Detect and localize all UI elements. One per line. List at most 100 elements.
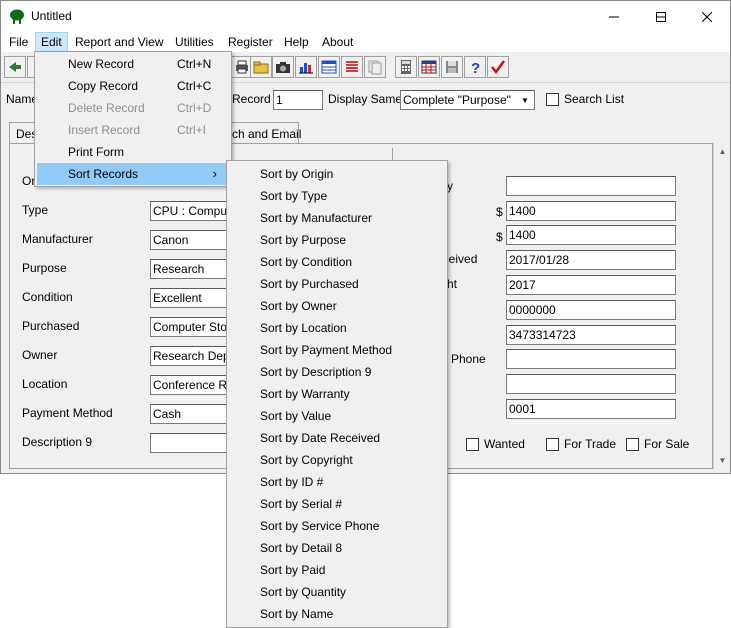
toolbar-calculator-button[interactable] (395, 56, 417, 78)
menu-item-new-record[interactable]: New Record Ctrl+N (37, 53, 229, 75)
submenu-item-sort-by-warranty[interactable]: Sort by Warranty (229, 383, 445, 405)
service-phone-label: Phone (451, 352, 486, 366)
description-9-field[interactable] (150, 433, 230, 453)
submenu-item-sort-by-copyright[interactable]: Sort by Copyright (229, 449, 445, 471)
toolbar-calendar-button[interactable] (418, 56, 440, 78)
toolbar-help-button[interactable]: ? (464, 56, 486, 78)
close-button[interactable] (684, 1, 730, 32)
submenu-item-sort-by-location[interactable]: Sort by Location (229, 317, 445, 339)
menu-edit[interactable]: Edit (35, 32, 68, 52)
toolbar-camera-button[interactable] (272, 56, 294, 78)
menu-item-print-form[interactable]: Print Form (37, 141, 229, 163)
menu-item-shortcut: Ctrl+D (177, 101, 212, 115)
tab-research-and-email[interactable]: ch and Email (227, 122, 301, 144)
submenu-item-sort-by-value[interactable]: Sort by Value (229, 405, 445, 427)
chevron-right-icon: › (212, 166, 217, 181)
condition-field[interactable]: Excellent (150, 288, 230, 308)
location-field[interactable]: Conference Roo (150, 375, 230, 395)
scroll-up-icon[interactable]: ▲ (714, 143, 731, 160)
submenu-item-sort-by-detail-8[interactable]: Sort by Detail 8 (229, 537, 445, 559)
quantity-field[interactable]: 0001 (506, 399, 676, 419)
paid-field[interactable]: 1400 (506, 225, 676, 245)
menu-item-delete-record: Delete Record Ctrl+D (37, 97, 229, 119)
copyright-label: ht (447, 277, 458, 291)
manufacturer-field[interactable]: Canon (150, 230, 230, 250)
record-number-field[interactable]: 1 (273, 90, 323, 110)
menu-register[interactable]: Register (223, 34, 278, 52)
purpose-field[interactable]: Research (150, 259, 230, 279)
menu-utilities[interactable]: Utilities (170, 34, 219, 52)
toolbar-list-button[interactable] (341, 56, 363, 78)
payment-method-field[interactable]: Cash (150, 404, 230, 424)
submenu-item-sort-by-purpose[interactable]: Sort by Purpose (229, 229, 445, 251)
owner-field[interactable]: Research Depa (150, 346, 230, 366)
toolbar-pages-button[interactable] (364, 56, 386, 78)
submenu-item-sort-by-payment-method[interactable]: Sort by Payment Method (229, 339, 445, 361)
service-phone-field[interactable] (506, 349, 676, 369)
submenu-item-sort-by-paid[interactable]: Sort by Paid (229, 559, 445, 581)
submenu-item-sort-by-name[interactable]: Sort by Name (229, 603, 445, 625)
date-received-field[interactable]: 2017/01/28 (506, 250, 676, 270)
menu-item-copy-record[interactable]: Copy Record Ctrl+C (37, 75, 229, 97)
menu-item-sort-records[interactable]: Sort Records › (37, 163, 229, 185)
submenu-item-sort-by-description-9[interactable]: Sort by Description 9 (229, 361, 445, 383)
submenu-item-sort-by-manufacturer[interactable]: Sort by Manufacturer (229, 207, 445, 229)
id-field[interactable]: 0000000 (506, 300, 676, 320)
menu-item-label: Copy Record (68, 79, 139, 93)
submenu-item-sort-by-purchased[interactable]: Sort by Purchased (229, 273, 445, 295)
window-title: Untitled (31, 9, 72, 23)
toolbar-folder-button[interactable] (250, 56, 272, 78)
checkmark-icon (491, 60, 506, 75)
submenu-item-sort-by-serial[interactable]: Sort by Serial # (229, 493, 445, 515)
right-field-0[interactable] (506, 176, 676, 196)
pages-icon (368, 60, 382, 75)
calendar-icon (421, 60, 437, 74)
scroll-down-icon[interactable]: ▼ (714, 452, 731, 469)
display-same-value: Complete "Purpose" (403, 93, 511, 107)
value-field[interactable]: 1400 (506, 201, 676, 221)
table-icon (321, 60, 337, 74)
edit-menu: New Record Ctrl+N Copy Record Ctrl+C Del… (34, 51, 232, 187)
type-label: Type (22, 203, 49, 217)
display-same-select[interactable]: Complete "Purpose" ▼ (400, 90, 535, 110)
submenu-item-sort-by-quantity[interactable]: Sort by Quantity (229, 581, 445, 603)
submenu-item-label: Sort by Type (260, 189, 328, 203)
menu-report-and-view[interactable]: Report and View (70, 34, 169, 52)
submenu-item-label: Sort by Origin (260, 167, 334, 181)
vertical-scrollbar[interactable]: ▲ ▼ (713, 143, 730, 469)
submenu-item-sort-by-id[interactable]: Sort by ID # (229, 471, 445, 493)
detail-8-field[interactable] (506, 374, 676, 394)
submenu-item-sort-by-owner[interactable]: Sort by Owner (229, 295, 445, 317)
submenu-item-sort-by-service-phone[interactable]: Sort by Service Phone (229, 515, 445, 537)
toolbar-table-button[interactable] (318, 56, 340, 78)
submenu-item-sort-by-origin[interactable]: Sort by Origin (229, 163, 445, 185)
wanted-checkbox[interactable] (466, 438, 479, 451)
search-list-checkbox[interactable] (546, 93, 559, 106)
minimize-button-2[interactable] (591, 1, 637, 32)
toolbar-save-button[interactable] (441, 56, 463, 78)
submenu-item-sort-by-type[interactable]: Sort by Type (229, 185, 445, 207)
copyright-field[interactable]: 2017 (506, 275, 676, 295)
maximize-button[interactable] (638, 1, 684, 32)
submenu-item-sort-by-condition[interactable]: Sort by Condition (229, 251, 445, 273)
menu-item-shortcut: Ctrl+C (177, 79, 212, 93)
submenu-item-label: Sort by Payment Method (260, 343, 393, 357)
for-sale-checkbox[interactable] (626, 438, 639, 451)
question-mark-icon: ? (471, 60, 480, 75)
menu-item-label: Print Form (68, 145, 125, 159)
serial-field[interactable]: 3473314723 (506, 325, 676, 345)
floppy-disk-icon (446, 61, 458, 73)
submenu-item-sort-by-date-received[interactable]: Sort by Date Received (229, 427, 445, 449)
toolbar-check-button[interactable] (487, 56, 509, 78)
wanted-label: Wanted (484, 437, 525, 451)
svg-text:?: ? (471, 60, 480, 75)
type-field[interactable]: CPU : Computer (150, 201, 230, 221)
menu-file[interactable]: File (4, 34, 33, 52)
menu-help[interactable]: Help (279, 34, 314, 52)
for-trade-checkbox[interactable] (546, 438, 559, 451)
submenu-item-label: Sort by Serial # (260, 497, 343, 511)
menu-about[interactable]: About (317, 34, 358, 52)
toolbar-first-button[interactable] (4, 56, 26, 78)
toolbar-chart-button[interactable] (295, 56, 317, 78)
purchased-field[interactable]: Computer Store (150, 317, 230, 337)
